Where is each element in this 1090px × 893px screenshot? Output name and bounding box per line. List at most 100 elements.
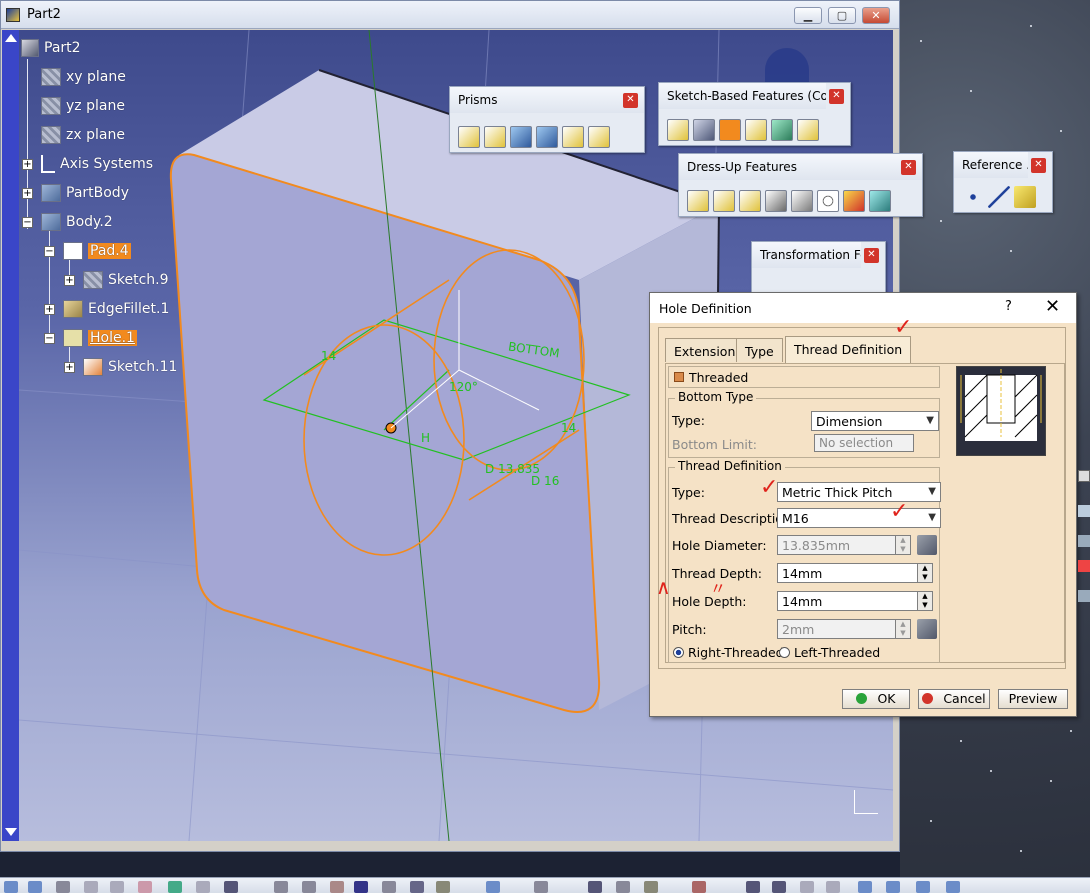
swap-visible-icon[interactable] [946, 881, 960, 893]
hole-tool-icon[interactable] [719, 119, 741, 141]
drafted-pocket-tool-icon[interactable] [536, 126, 558, 148]
expand-partbody-icon[interactable]: + [22, 188, 33, 199]
cut-icon[interactable] [84, 881, 98, 893]
toolbar-reference[interactable]: Reference ... ✕ [953, 151, 1053, 213]
toolbar-dressup[interactable]: Dress-Up Features ✕ [678, 153, 923, 217]
collapse-body2-icon[interactable]: − [22, 217, 33, 228]
tab-extension[interactable]: Extension [665, 338, 745, 362]
right-tool-icon[interactable] [1078, 470, 1090, 482]
tree-item-yz-plane[interactable]: yz plane [41, 95, 125, 117]
toolbar-sketch-based[interactable]: Sketch-Based Features (Com... ✕ [658, 82, 851, 146]
shading-icon[interactable] [886, 881, 900, 893]
fit-all-icon[interactable] [746, 881, 760, 893]
toolbar-close-button[interactable]: ✕ [623, 93, 638, 108]
view-icon[interactable] [826, 881, 840, 893]
tree-item-body2[interactable]: Body.2 [41, 211, 113, 233]
scroll-down-icon[interactable] [5, 828, 17, 836]
normal-view-icon[interactable] [692, 881, 706, 893]
thread-description-select[interactable]: M16 ▼ [777, 508, 941, 528]
right-tool-icon[interactable] [1078, 535, 1090, 547]
thread-tool-icon[interactable] [817, 190, 839, 212]
inertia-icon[interactable] [436, 881, 450, 893]
toolbar-transformation[interactable]: Transformation Fe... ✕ [751, 241, 886, 297]
line-tool-icon[interactable] [988, 186, 1010, 208]
save-icon[interactable] [28, 881, 42, 893]
right-tool-icon[interactable] [1078, 560, 1090, 572]
new-icon[interactable] [4, 881, 18, 893]
iso-view-icon[interactable] [858, 881, 872, 893]
zoom-in-icon[interactable] [772, 881, 786, 893]
tree-item-pad4[interactable]: Pad.4 [63, 240, 131, 262]
tree-item-edgefillet1[interactable]: EdgeFillet.1 [63, 298, 169, 320]
tab-thread-definition[interactable]: Thread Definition [785, 336, 912, 363]
tree-item-partbody[interactable]: PartBody [41, 182, 129, 204]
tree-item-sketch9[interactable]: Sketch.9 [83, 269, 169, 291]
loft-tool-icon[interactable] [797, 119, 819, 141]
ok-button[interactable]: OK [842, 689, 910, 709]
copy-icon[interactable] [110, 881, 124, 893]
preview-button[interactable]: Preview [998, 689, 1068, 709]
undo-icon[interactable] [168, 881, 182, 893]
tree-item-axis-systems[interactable]: Axis Systems [41, 153, 153, 175]
rib-tool-icon[interactable] [745, 119, 767, 141]
collapse-pad4-icon[interactable]: − [44, 246, 55, 257]
pad-tool-icon[interactable] [458, 126, 480, 148]
thread-depth-spinner[interactable]: ▲ ▼ [917, 563, 933, 583]
tree-item-xy-plane[interactable]: xy plane [41, 66, 126, 88]
hide-show-icon[interactable] [916, 881, 930, 893]
pan-icon[interactable] [588, 881, 602, 893]
paste-icon[interactable] [138, 881, 152, 893]
plane-tool-icon[interactable] [1014, 186, 1036, 208]
table-icon[interactable] [354, 881, 368, 893]
toolbar-close-button[interactable]: ✕ [1031, 158, 1046, 173]
collapse-hole1-icon[interactable]: − [44, 333, 55, 344]
replace-face-tool-icon[interactable] [869, 190, 891, 212]
multi-pad-tool-icon[interactable] [562, 126, 584, 148]
tree-item-hole1[interactable]: Hole.1 [63, 327, 137, 349]
formula-icon[interactable] [274, 881, 288, 893]
toolbar-close-button[interactable]: ✕ [864, 248, 879, 263]
catalog-icon[interactable] [382, 881, 396, 893]
thread-type-select[interactable]: Metric Thick Pitch ▼ [777, 482, 941, 502]
pad-tool-icon[interactable] [667, 119, 689, 141]
dialog-close-button[interactable]: ✕ [1045, 296, 1060, 317]
maximize-button[interactable]: ▢ [828, 7, 856, 24]
stiffener-tool-icon[interactable] [771, 119, 793, 141]
remove-face-tool-icon[interactable] [843, 190, 865, 212]
drafted-pad-tool-icon[interactable] [510, 126, 532, 148]
zoom-out-icon[interactable] [800, 881, 814, 893]
print-icon[interactable] [56, 881, 70, 893]
right-tool-icon[interactable] [1078, 590, 1090, 602]
scroll-up-icon[interactable] [5, 34, 17, 42]
expand-sketch9-icon[interactable]: + [64, 275, 75, 286]
threaded-checkbox[interactable] [674, 372, 684, 382]
minimize-button[interactable]: ▁ [794, 7, 822, 24]
tree-item-sketch11[interactable]: Sketch.11 [83, 356, 177, 378]
right-threaded-radio[interactable] [673, 647, 684, 658]
right-tool-icon[interactable] [1078, 505, 1090, 517]
measure-icon[interactable] [410, 881, 424, 893]
formula-icon[interactable] [917, 619, 937, 639]
pocket-tool-icon[interactable] [484, 126, 506, 148]
toolbar-prisms[interactable]: Prisms ✕ [449, 86, 645, 153]
thread-depth-field[interactable]: 14mm [777, 563, 919, 583]
tree-item-zx-plane[interactable]: zx plane [41, 124, 125, 146]
expand-edgefillet-icon[interactable]: + [44, 304, 55, 315]
zoom-icon[interactable] [644, 881, 658, 893]
tab-type[interactable]: Type [736, 338, 783, 362]
sketch-icon[interactable] [534, 881, 548, 893]
law-icon[interactable] [330, 881, 344, 893]
cancel-button[interactable]: Cancel [918, 689, 990, 709]
whats-this-icon[interactable] [224, 881, 238, 893]
formula-icon[interactable] [917, 535, 937, 555]
draft-tool-icon[interactable] [739, 190, 761, 212]
expand-sketch11-icon[interactable]: + [64, 362, 75, 373]
tree-root-part2[interactable]: Part2 [21, 37, 81, 59]
left-threaded-radio[interactable] [779, 647, 790, 658]
close-button[interactable]: ✕ [862, 7, 890, 24]
shell-tool-icon[interactable] [765, 190, 787, 212]
hole-depth-spinner[interactable]: ▲ ▼ [917, 591, 933, 611]
bottom-type-select[interactable]: Dimension ▼ [811, 411, 939, 431]
tree-scrollbar[interactable] [2, 30, 19, 841]
help-button[interactable]: ? [1005, 299, 1012, 314]
